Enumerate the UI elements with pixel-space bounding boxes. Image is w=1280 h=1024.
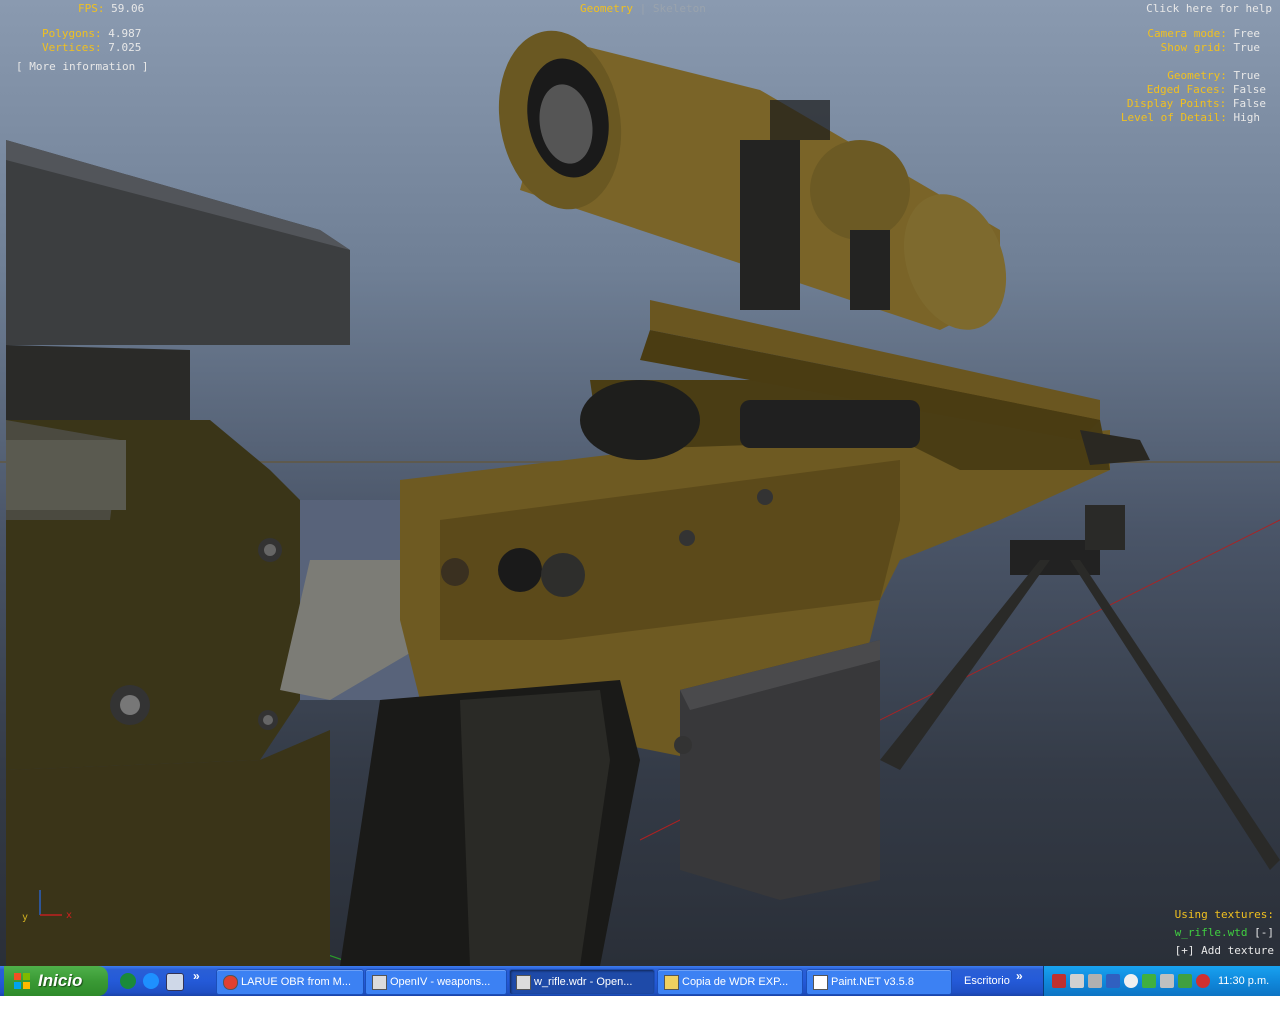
task-label: w_rifle.wdr - Open... xyxy=(534,976,633,988)
volume-icon[interactable] xyxy=(1160,974,1174,988)
fps-label: FPS: xyxy=(78,2,105,15)
quicklaunch-ie-icon[interactable] xyxy=(143,973,159,989)
tab-skeleton[interactable]: Skeleton xyxy=(653,2,706,15)
network-warning-icon[interactable] xyxy=(1052,974,1066,988)
level-of-detail-setting[interactable]: Level of Detail: High xyxy=(1121,111,1260,125)
more-information-link[interactable]: [ More information ] xyxy=(16,60,148,74)
search-icon[interactable] xyxy=(1106,974,1120,988)
nvidia-icon[interactable] xyxy=(1142,974,1156,988)
texture-file-link[interactable]: w_rifle.wtd xyxy=(1175,926,1248,939)
fps-value: 59.06 xyxy=(111,2,145,15)
openiv-icon xyxy=(372,975,387,990)
start-label: Inicio xyxy=(38,971,83,990)
camera-mode-setting[interactable]: Camera mode: Free xyxy=(1147,27,1260,41)
show-grid-label: Show grid: xyxy=(1160,41,1227,54)
texture-entry: w_rifle.wtd [-] xyxy=(1175,926,1274,940)
openiv-icon xyxy=(516,975,531,990)
folder-icon xyxy=(664,975,679,990)
level-of-detail-label: Level of Detail: xyxy=(1120,111,1227,124)
polygons-readout: Polygons: 4.987 xyxy=(42,27,141,41)
chrome-icon xyxy=(223,975,238,990)
clock[interactable]: 11:30 p.m. xyxy=(1218,966,1269,996)
edged-faces-value[interactable]: False xyxy=(1233,83,1266,96)
task-label: OpenIV - weapons... xyxy=(390,976,491,988)
task-label: Copia de WDR EXP... xyxy=(682,976,789,988)
level-of-detail-value[interactable]: High xyxy=(1234,111,1261,124)
geometry-value[interactable]: True xyxy=(1234,69,1261,82)
show-grid-value[interactable]: True xyxy=(1234,41,1261,54)
add-texture-button[interactable]: [+] Add texture xyxy=(1175,944,1274,958)
paint-net-icon xyxy=(813,975,828,990)
vertices-value: 7.025 xyxy=(108,41,142,54)
camera-mode-value[interactable]: Free xyxy=(1234,27,1261,40)
view-mode-tabs: Geometry | Skeleton xyxy=(580,2,706,16)
security-shield-icon[interactable] xyxy=(1178,974,1192,988)
desktop-toolbar-label[interactable]: Escritorio xyxy=(964,966,1010,996)
edged-faces-setting[interactable]: Edged Faces: False xyxy=(1147,83,1266,97)
using-textures-label: Using textures: xyxy=(1174,908,1274,921)
network-disconnected-icon[interactable] xyxy=(1088,974,1102,988)
quicklaunch-desktop-icon[interactable] xyxy=(166,973,184,991)
display-points-setting[interactable]: Display Points: False xyxy=(1127,97,1266,111)
tab-geometry[interactable]: Geometry xyxy=(580,2,633,15)
start-button[interactable]: Inicio xyxy=(4,966,108,996)
panda-antivirus-icon[interactable] xyxy=(1124,974,1138,988)
quicklaunch-messenger-icon[interactable] xyxy=(120,973,136,989)
fps-readout: FPS: 59.06 xyxy=(78,2,144,16)
task-item-copia-wdr[interactable]: Copia de WDR EXP... xyxy=(657,969,803,995)
alert-icon[interactable] xyxy=(1196,974,1210,988)
quicklaunch-more-chevron[interactable]: » xyxy=(193,969,200,983)
task-label: Paint.NET v3.5.8 xyxy=(831,976,914,988)
help-link[interactable]: Click here for help xyxy=(1146,2,1272,16)
tab-separator: | xyxy=(639,2,647,15)
geometry-label: Geometry: xyxy=(1167,69,1227,82)
taskbar: Inicio » LARUE OBR from M... OpenIV - we… xyxy=(0,966,1280,996)
rifle-model-render[interactable] xyxy=(0,0,1280,966)
camera-mode-label: Camera mode: xyxy=(1147,27,1227,40)
task-item-paint-net[interactable]: Paint.NET v3.5.8 xyxy=(806,969,952,995)
task-item-larue[interactable]: LARUE OBR from M... xyxy=(216,969,364,995)
polygons-label: Polygons: xyxy=(42,27,102,40)
remove-texture-button[interactable]: [-] xyxy=(1254,926,1274,939)
display-points-label: Display Points: xyxy=(1126,97,1227,110)
show-grid-setting[interactable]: Show grid: True xyxy=(1161,41,1260,55)
windows-logo-icon xyxy=(14,973,30,989)
axis-y-label: y xyxy=(22,912,29,923)
polygons-value: 4.987 xyxy=(108,27,142,40)
axis-x-label: x xyxy=(66,910,73,921)
task-item-openiv-weapons[interactable]: OpenIV - weapons... xyxy=(365,969,507,995)
desktop-toolbar-chevron[interactable]: » xyxy=(1016,969,1023,983)
task-item-w-rifle[interactable]: w_rifle.wdr - Open... xyxy=(509,969,655,995)
display-points-value[interactable]: False xyxy=(1233,97,1266,110)
task-label: LARUE OBR from M... xyxy=(241,976,352,988)
vertices-readout: Vertices: 7.025 xyxy=(42,41,141,55)
signal-bars-icon[interactable] xyxy=(1070,974,1084,988)
model-viewport[interactable]: FPS: 59.06 Polygons: 4.987 Vertices: 7.0… xyxy=(0,0,1280,966)
edged-faces-label: Edged Faces: xyxy=(1146,83,1227,96)
vertices-label: Vertices: xyxy=(42,41,102,54)
geometry-setting[interactable]: Geometry: True xyxy=(1167,69,1260,83)
